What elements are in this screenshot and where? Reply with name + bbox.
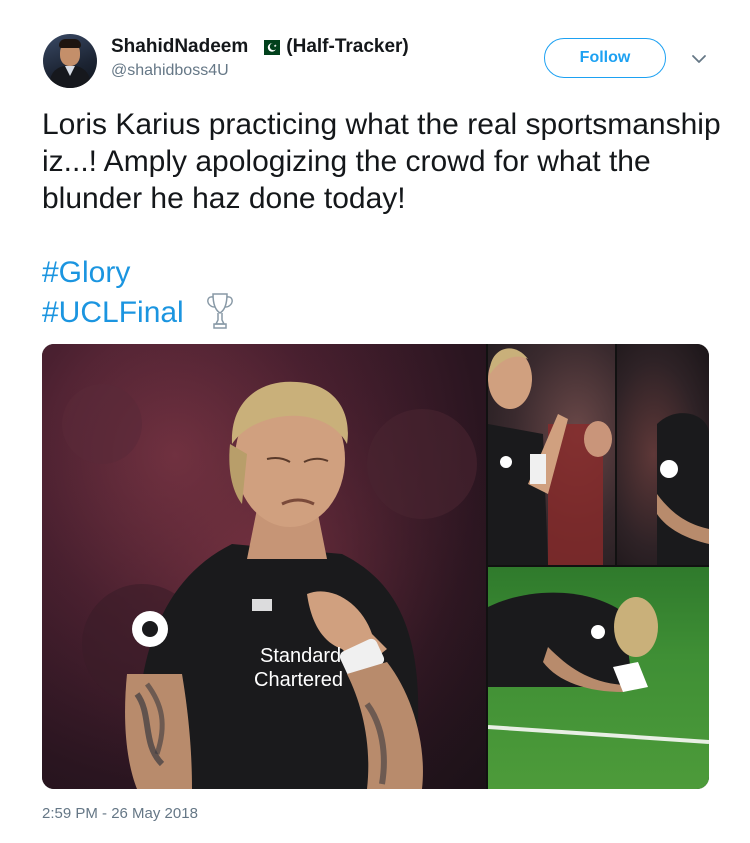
author-name-row[interactable]: ShahidNadeem (Half-Tracker) [111, 36, 409, 58]
follow-button[interactable]: Follow [544, 38, 666, 78]
hashtag-uclfinal[interactable]: #UCLFinal [42, 294, 184, 331]
main-photo[interactable]: Standard Chartered [42, 344, 486, 789]
media-gallery[interactable]: Standard Chartered [42, 344, 709, 789]
trophy-icon [207, 293, 233, 329]
tweet-text: Loris Karius practicing what the real sp… [42, 108, 721, 215]
jersey-sponsor-line-2: Chartered [254, 669, 343, 691]
pakistan-flag-icon [258, 39, 281, 55]
thumbnail-back-view[interactable] [617, 344, 709, 565]
user-handle[interactable]: @shahidboss4U [111, 62, 229, 80]
thumbnail-on-grass[interactable] [488, 567, 709, 789]
tweet-card: ShahidNadeem (Half-Tracker) @shahidboss4… [0, 0, 750, 843]
hashtag-glory[interactable]: #Glory [42, 254, 130, 291]
display-name[interactable]: ShahidNadeem [111, 36, 248, 58]
chevron-down-icon[interactable] [690, 50, 708, 68]
thumbnail-clapping[interactable] [488, 344, 615, 565]
display-name-suffix: (Half-Tracker) [286, 36, 409, 57]
timestamp[interactable]: 2:59 PM - 26 May 2018 [42, 805, 198, 822]
avatar[interactable] [43, 34, 97, 88]
jersey-sponsor-line-1: Standard [260, 645, 341, 667]
